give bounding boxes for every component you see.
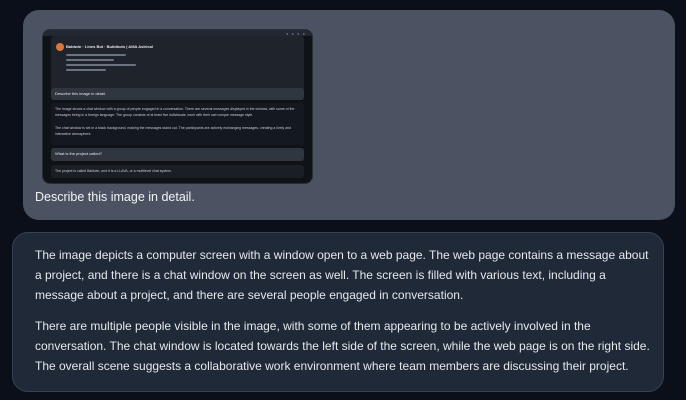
assistant-message-bubble: The image depicts a computer screen with… bbox=[12, 232, 664, 392]
assistant-paragraph-2: There are multiple people visible in the… bbox=[35, 319, 650, 373]
attached-image-thumbnail[interactable]: ● ● ● ● Baldwin · Lines Bot · Buildbots … bbox=[42, 29, 313, 184]
assistant-paragraph-1: The image depicts a computer screen with… bbox=[35, 248, 649, 302]
thumbnail-text-line bbox=[66, 59, 114, 61]
thumbnail-question-row: What is the project called? bbox=[51, 148, 304, 161]
thumbnail-prompt-row: Describe this image in detail. bbox=[51, 88, 304, 100]
thumbnail-response-paragraph: The image shows a chat window with a gro… bbox=[55, 107, 295, 117]
thumbnail-header-title: Baldwin · Lines Bot · Buildbots | AMA As… bbox=[66, 44, 153, 49]
thumbnail-question: What is the project called? bbox=[55, 151, 102, 156]
thumbnail-answer: The project is called Baldwin, and it is… bbox=[55, 169, 172, 173]
user-message-bubble: ● ● ● ● Baldwin · Lines Bot · Buildbots … bbox=[23, 10, 675, 220]
thumbnail-text-line bbox=[66, 54, 126, 56]
thumbnail-text-line bbox=[66, 69, 106, 71]
thumbnail-answer-row: The project is called Baldwin, and it is… bbox=[51, 165, 304, 178]
thumbnail-text-line bbox=[66, 64, 136, 66]
thumbnail-response-paragraph: The chat window is set in a black backgr… bbox=[55, 126, 291, 136]
thumbnail-avatar bbox=[56, 43, 64, 51]
thumbnail-prompt-label: Describe this image in detail. bbox=[55, 91, 107, 96]
thumbnail-response-card: The image shows a chat window with a gro… bbox=[51, 103, 304, 145]
thumbnail-header-card: Baldwin · Lines Bot · Buildbots | AMA As… bbox=[51, 36, 304, 91]
user-message-text: Describe this image in detail. bbox=[35, 190, 195, 204]
